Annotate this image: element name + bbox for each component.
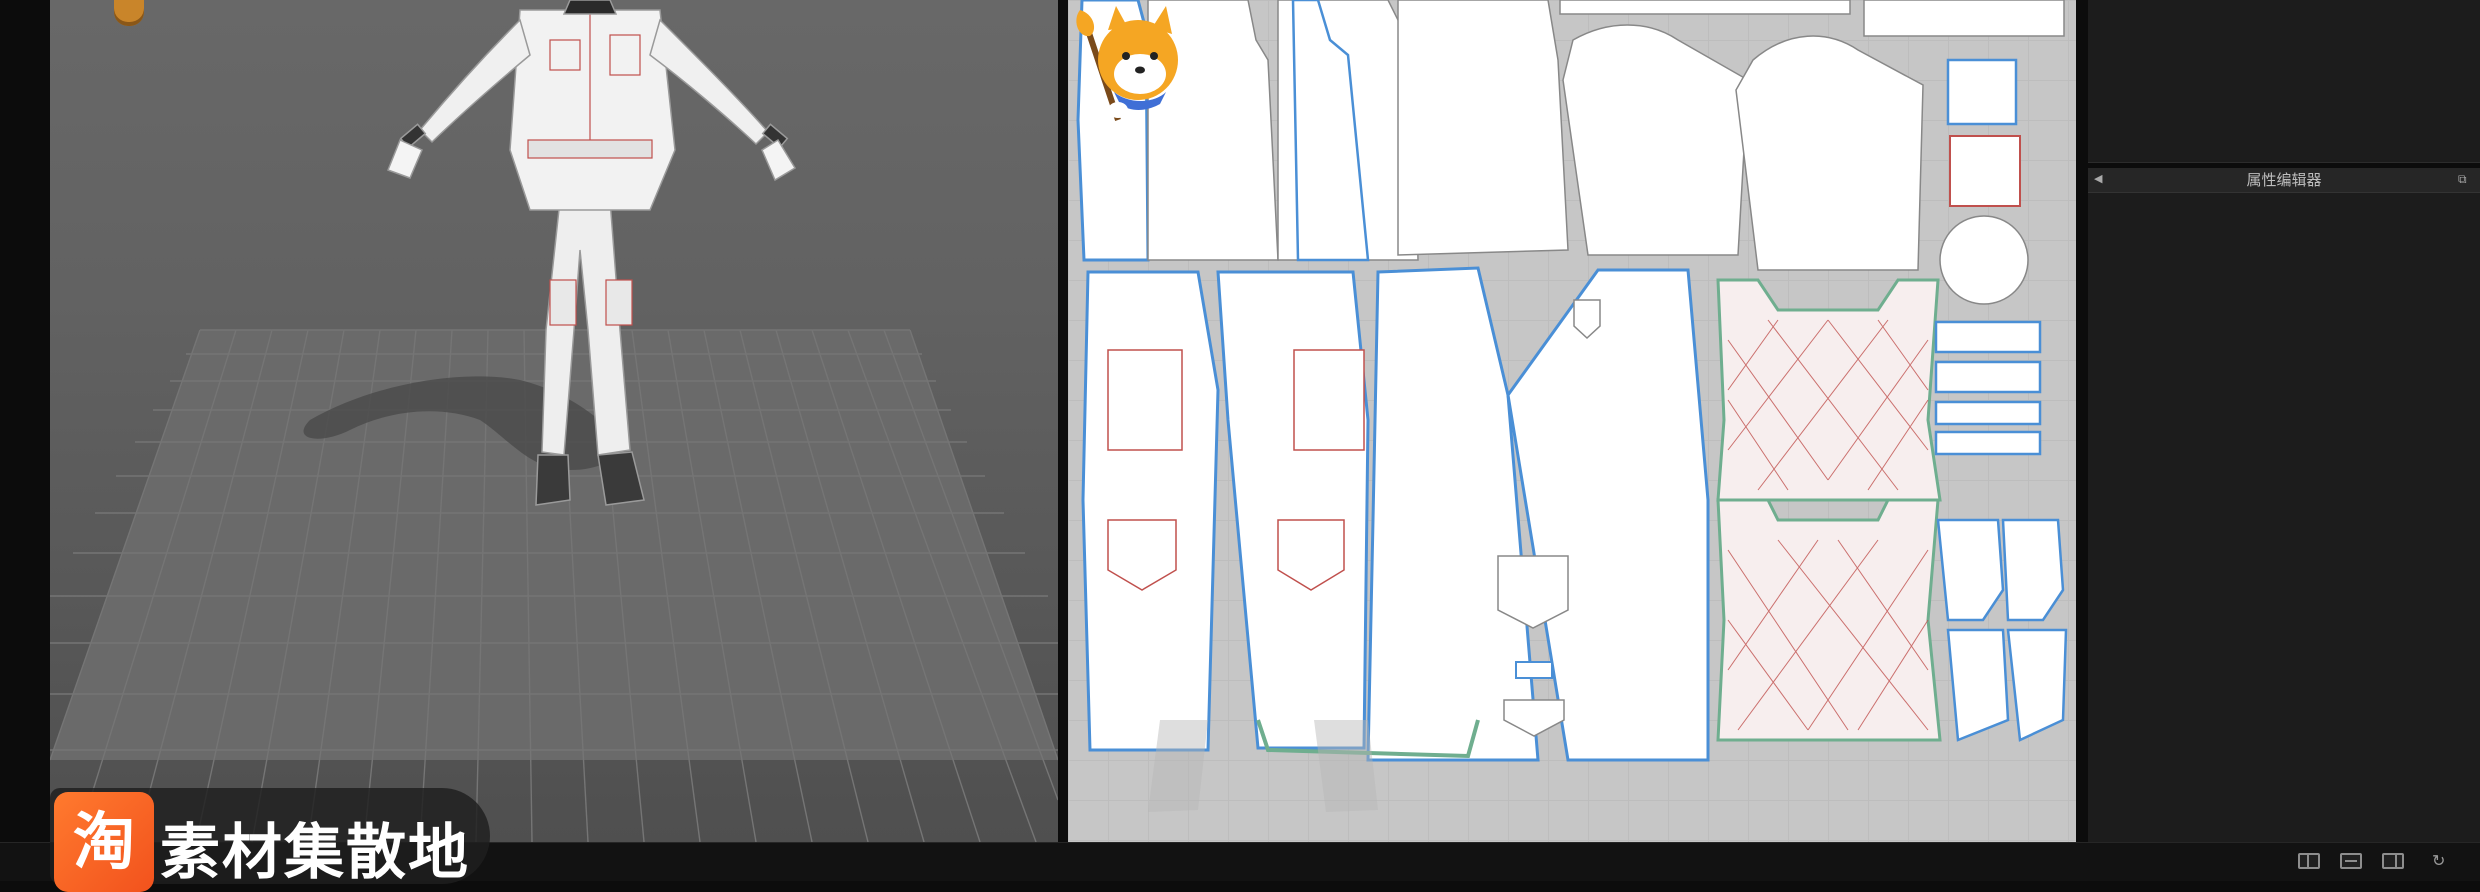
pattern-piece (1716, 278, 1942, 502)
watermark-text: 素材集散地 (160, 818, 470, 888)
viewport-gizmo-icon[interactable] (114, 0, 144, 26)
layout-2d-button[interactable] (2382, 853, 2404, 869)
pattern-piece (1216, 270, 1370, 750)
pattern-piece (1397, 0, 1569, 256)
pattern-canvas (1076, 0, 2068, 812)
taobao-logo-icon: 淘 (54, 792, 154, 892)
property-editor-header: 属性编辑器 (2088, 168, 2480, 193)
property-editor-title: 属性编辑器 (2246, 171, 2322, 189)
pattern-piece (1934, 320, 2042, 354)
pattern-piece (1716, 498, 1942, 742)
pattern-piece (1946, 58, 2018, 126)
pattern-piece (1293, 349, 1365, 451)
property-editor-panel[interactable]: 属性编辑器 ◀ ⧉ (2088, 168, 2480, 842)
pattern-piece (1946, 628, 2010, 742)
pattern-piece (1949, 135, 2021, 207)
pattern-piece (1515, 661, 1553, 679)
pattern-piece (1934, 360, 2042, 394)
pattern-piece (1562, 24, 1749, 256)
pattern-piece (1506, 268, 1710, 762)
pattern-piece (1863, 0, 2065, 37)
3d-viewport[interactable] (50, 0, 1058, 842)
watermark: 淘 素材集散地 (50, 788, 490, 892)
pattern-piece (1939, 215, 2029, 305)
mascot-sticker-icon (1076, 6, 1178, 121)
pattern-piece (1366, 266, 1540, 762)
pattern-piece (1559, 0, 1851, 15)
refresh-icon[interactable]: ↻ (2432, 851, 2452, 871)
3d-scene (50, 0, 1058, 842)
pattern-piece (2006, 628, 2068, 742)
popout-panel-icon[interactable]: ⧉ (2458, 172, 2472, 186)
pattern-piece (1107, 349, 1183, 451)
layout-split-button[interactable] (2340, 853, 2362, 869)
collapse-panel-icon[interactable]: ◀ (2094, 172, 2108, 186)
pattern-piece (1934, 400, 2042, 426)
pattern-piece (1277, 0, 1419, 261)
object-browser-panel[interactable] (2088, 0, 2480, 163)
pattern-piece (1936, 518, 2005, 622)
2d-pattern-window[interactable] (1068, 0, 2076, 842)
pattern-piece (1934, 430, 2042, 456)
layout-3d-button[interactable] (2298, 853, 2320, 869)
pattern-piece (1735, 35, 1924, 271)
pattern-piece (2001, 518, 2065, 622)
pattern-piece (1081, 270, 1220, 752)
